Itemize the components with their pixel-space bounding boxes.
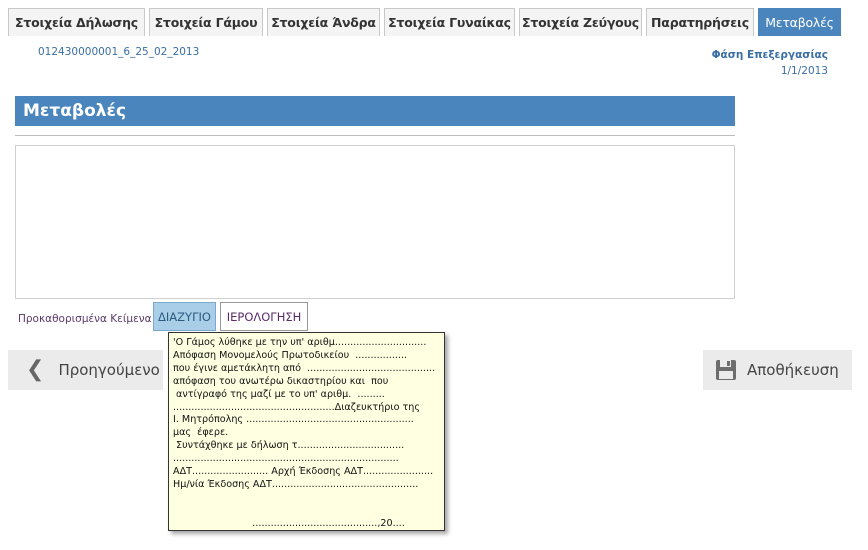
tooltip-line: ΑΔΤ......................... Αρχή Έκδοση…: [173, 466, 434, 478]
tooltip-line: ........................................…: [173, 453, 399, 465]
section-divider: [15, 135, 735, 136]
tab-2[interactable]: Στοιχεία Γάμου: [149, 8, 263, 36]
tab-4[interactable]: Στοιχεία Γυναίκας: [384, 8, 515, 36]
preset-texts-label: Προκαθορισμένα Κείμενα: [18, 313, 152, 325]
tooltip-line: 'Ο Γάμος λύθηκε με την υπ' αριθμ........…: [173, 337, 427, 348]
save-label: Αποθήκευση: [747, 361, 839, 379]
divorce-preset-button[interactable]: ΔΙΑΖΥΓΙΟ: [153, 302, 216, 331]
tooltip-line: ........................................…: [173, 401, 420, 413]
tooltip-line: [173, 492, 440, 505]
tooltip-line: Ι. Μητρόπολης ..........................…: [173, 414, 414, 426]
tab-bar: Στοιχεία Δήλωσης Στοιχεία Γάμου Στοιχεία Ά…: [8, 8, 868, 36]
section-title: Μεταβολές: [15, 96, 735, 126]
wedding-preset-button[interactable]: ΙΕΡΟΛΟΓΗΣΗ: [220, 302, 308, 331]
chevron-left-icon: ❮: [26, 357, 45, 382]
tooltip-line: αντίγραφό της μαζί με το υπ' αριθμ. ....…: [173, 388, 385, 400]
tab-7[interactable]: Μεταβολές: [758, 8, 841, 36]
tooltip-line: απόφαση του ανωτέρω δικαστηρίου και που: [173, 375, 389, 387]
changes-textarea[interactable]: [15, 145, 735, 299]
tooltip-line: ........................................…: [173, 517, 405, 529]
tooltip-line: που έγινε αμετάκλητη από ...............…: [173, 362, 436, 374]
tab-5[interactable]: Στοιχεία Ζεύγους: [519, 8, 642, 36]
processing-phase: Φάση Επεξεργασίας 1/1/2013: [712, 47, 828, 79]
tab-6[interactable]: Παρατηρήσεις: [646, 8, 754, 36]
tab-1[interactable]: Στοιχεία Δήλωσης: [8, 8, 145, 36]
previous-label: Προηγούμενο: [58, 361, 160, 379]
previous-button[interactable]: ❮ Προηγούμενο: [8, 350, 163, 390]
phase-label: Φάση Επεξεργασίας: [711, 49, 828, 61]
tooltip-line: μας έφερε.: [173, 427, 229, 439]
save-button[interactable]: Αποθήκευση: [703, 350, 852, 390]
tab-3[interactable]: Στοιχεία Άνδρα: [267, 8, 380, 36]
preset-preview-tooltip: 'Ο Γάμος λύθηκε με την υπ' αριθμ........…: [168, 332, 445, 531]
phase-date: 1/1/2013: [780, 65, 828, 77]
tooltip-line: Απόφαση Μονομελούς Πρωτοδικείου ........…: [173, 349, 408, 361]
tooltip-line: Συντάχθηκε με δήλωση τ..................…: [173, 440, 405, 452]
floppy-disk-icon: [715, 359, 737, 381]
tooltip-line: [173, 505, 440, 518]
tooltip-line: Ημ/νία Έκδοσης ΑΔΤ......................…: [173, 478, 419, 490]
record-id: 012430000001_6_25_02_2013: [38, 46, 200, 58]
